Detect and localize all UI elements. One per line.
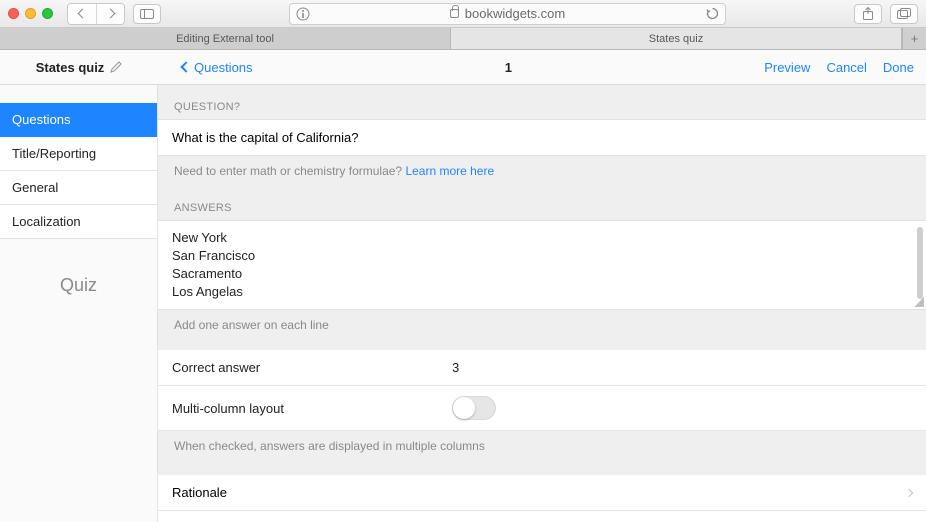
reload-button[interactable] <box>706 7 719 20</box>
scrollbar[interactable] <box>917 227 923 299</box>
pencil-icon <box>110 61 122 73</box>
multicolumn-label: Multi-column layout <box>172 401 452 416</box>
formula-hint-text: Need to enter math or chemistry formulae… <box>174 164 405 178</box>
header-actions: Preview Cancel Done <box>764 60 914 75</box>
toggle-knob <box>453 397 475 419</box>
multicolumn-hint: When checked, answers are displayed in m… <box>158 431 926 461</box>
sidebar-icon <box>140 9 154 19</box>
resize-handle[interactable] <box>914 297 924 307</box>
question-text-input[interactable]: What is the capital of California? <box>158 119 926 156</box>
multicolumn-row: Multi-column layout <box>158 386 926 431</box>
document-title-area[interactable]: States quiz <box>0 60 158 75</box>
learn-more-link[interactable]: Learn more here <box>405 164 494 178</box>
disclosure-label: Rationale <box>172 485 227 500</box>
toolbar-right <box>854 4 918 24</box>
answers-textarea[interactable]: New York San Francisco Sacramento Los An… <box>158 220 926 310</box>
close-window-button[interactable] <box>8 8 19 19</box>
rationale-row[interactable]: Rationale <box>158 475 926 511</box>
document-title: States quiz <box>36 60 105 75</box>
sidebar-footer-label: Quiz <box>0 275 157 296</box>
browser-tab[interactable]: States quiz <box>451 28 902 49</box>
sidebar: Questions Title/Reporting General Locali… <box>0 85 158 522</box>
question-number: 1 <box>253 60 765 75</box>
browser-tab-strip: Editing External tool States quiz + <box>0 28 926 50</box>
tabs-icon <box>897 8 911 19</box>
multicolumn-toggle[interactable] <box>452 396 496 420</box>
answers-section-label: ANSWERS <box>158 186 926 220</box>
correct-answer-label: Correct answer <box>172 360 452 375</box>
answer-line: New York <box>172 229 912 247</box>
back-to-questions-button[interactable]: Questions <box>182 60 253 75</box>
lock-icon <box>450 6 459 21</box>
nav-back-forward <box>67 3 125 25</box>
app-body: Questions Title/Reporting General Locali… <box>0 85 926 522</box>
share-button[interactable] <box>854 4 882 24</box>
correct-answer-value: 3 <box>452 360 459 375</box>
address-bar[interactable]: bookwidgets.com <box>289 3 726 25</box>
window-controls <box>8 8 53 19</box>
sidebar-item-general[interactable]: General <box>0 171 157 205</box>
show-tabs-button[interactable] <box>890 4 918 24</box>
answer-line: Los Angelas <box>172 283 912 301</box>
formula-hint: Need to enter math or chemistry formulae… <box>158 156 926 186</box>
tab-label: States quiz <box>649 33 703 45</box>
sidebar-item-label: General <box>12 180 58 195</box>
share-icon <box>862 7 874 20</box>
cancel-button[interactable]: Cancel <box>826 60 866 75</box>
browser-back-button[interactable] <box>68 4 96 24</box>
fullscreen-window-button[interactable] <box>42 8 53 19</box>
question-text: What is the capital of California? <box>172 130 358 145</box>
back-label: Questions <box>194 60 253 75</box>
url-host: bookwidgets.com <box>465 6 565 21</box>
minimize-window-button[interactable] <box>25 8 36 19</box>
sidebar-item-localization[interactable]: Localization <box>0 205 157 239</box>
sidebar-item-label: Localization <box>12 214 81 229</box>
question-section-label: QUESTION? <box>158 85 926 119</box>
browser-toolbar: bookwidgets.com <box>0 0 926 28</box>
answers-hint: Add one answer on each line <box>158 310 926 340</box>
done-button[interactable]: Done <box>883 60 914 75</box>
site-info-icon[interactable] <box>296 7 310 21</box>
tab-label: Editing External tool <box>176 33 274 45</box>
app-header: States quiz Questions 1 Preview Cancel D… <box>0 50 926 85</box>
main-content: QUESTION? What is the capital of Califor… <box>158 85 926 522</box>
sidebar-item-questions[interactable]: Questions <box>0 103 157 137</box>
plus-icon: + <box>911 31 919 46</box>
answer-line: Sacramento <box>172 265 912 283</box>
sidebar-item-label: Questions <box>12 112 71 127</box>
browser-tab[interactable]: Editing External tool <box>0 28 451 49</box>
show-sidebar-button[interactable] <box>133 4 161 24</box>
sidebar-item-label: Title/Reporting <box>12 146 96 161</box>
preview-button[interactable]: Preview <box>764 60 810 75</box>
correct-answer-row[interactable]: Correct answer 3 <box>158 350 926 386</box>
chevron-right-icon <box>905 488 913 496</box>
sidebar-item-title-reporting[interactable]: Title/Reporting <box>0 137 157 171</box>
answer-line: San Francisco <box>172 247 912 265</box>
hint-row[interactable]: Hint <box>158 511 926 522</box>
new-tab-button[interactable]: + <box>902 28 926 49</box>
chevron-left-icon <box>180 61 191 72</box>
browser-forward-button[interactable] <box>96 4 124 24</box>
